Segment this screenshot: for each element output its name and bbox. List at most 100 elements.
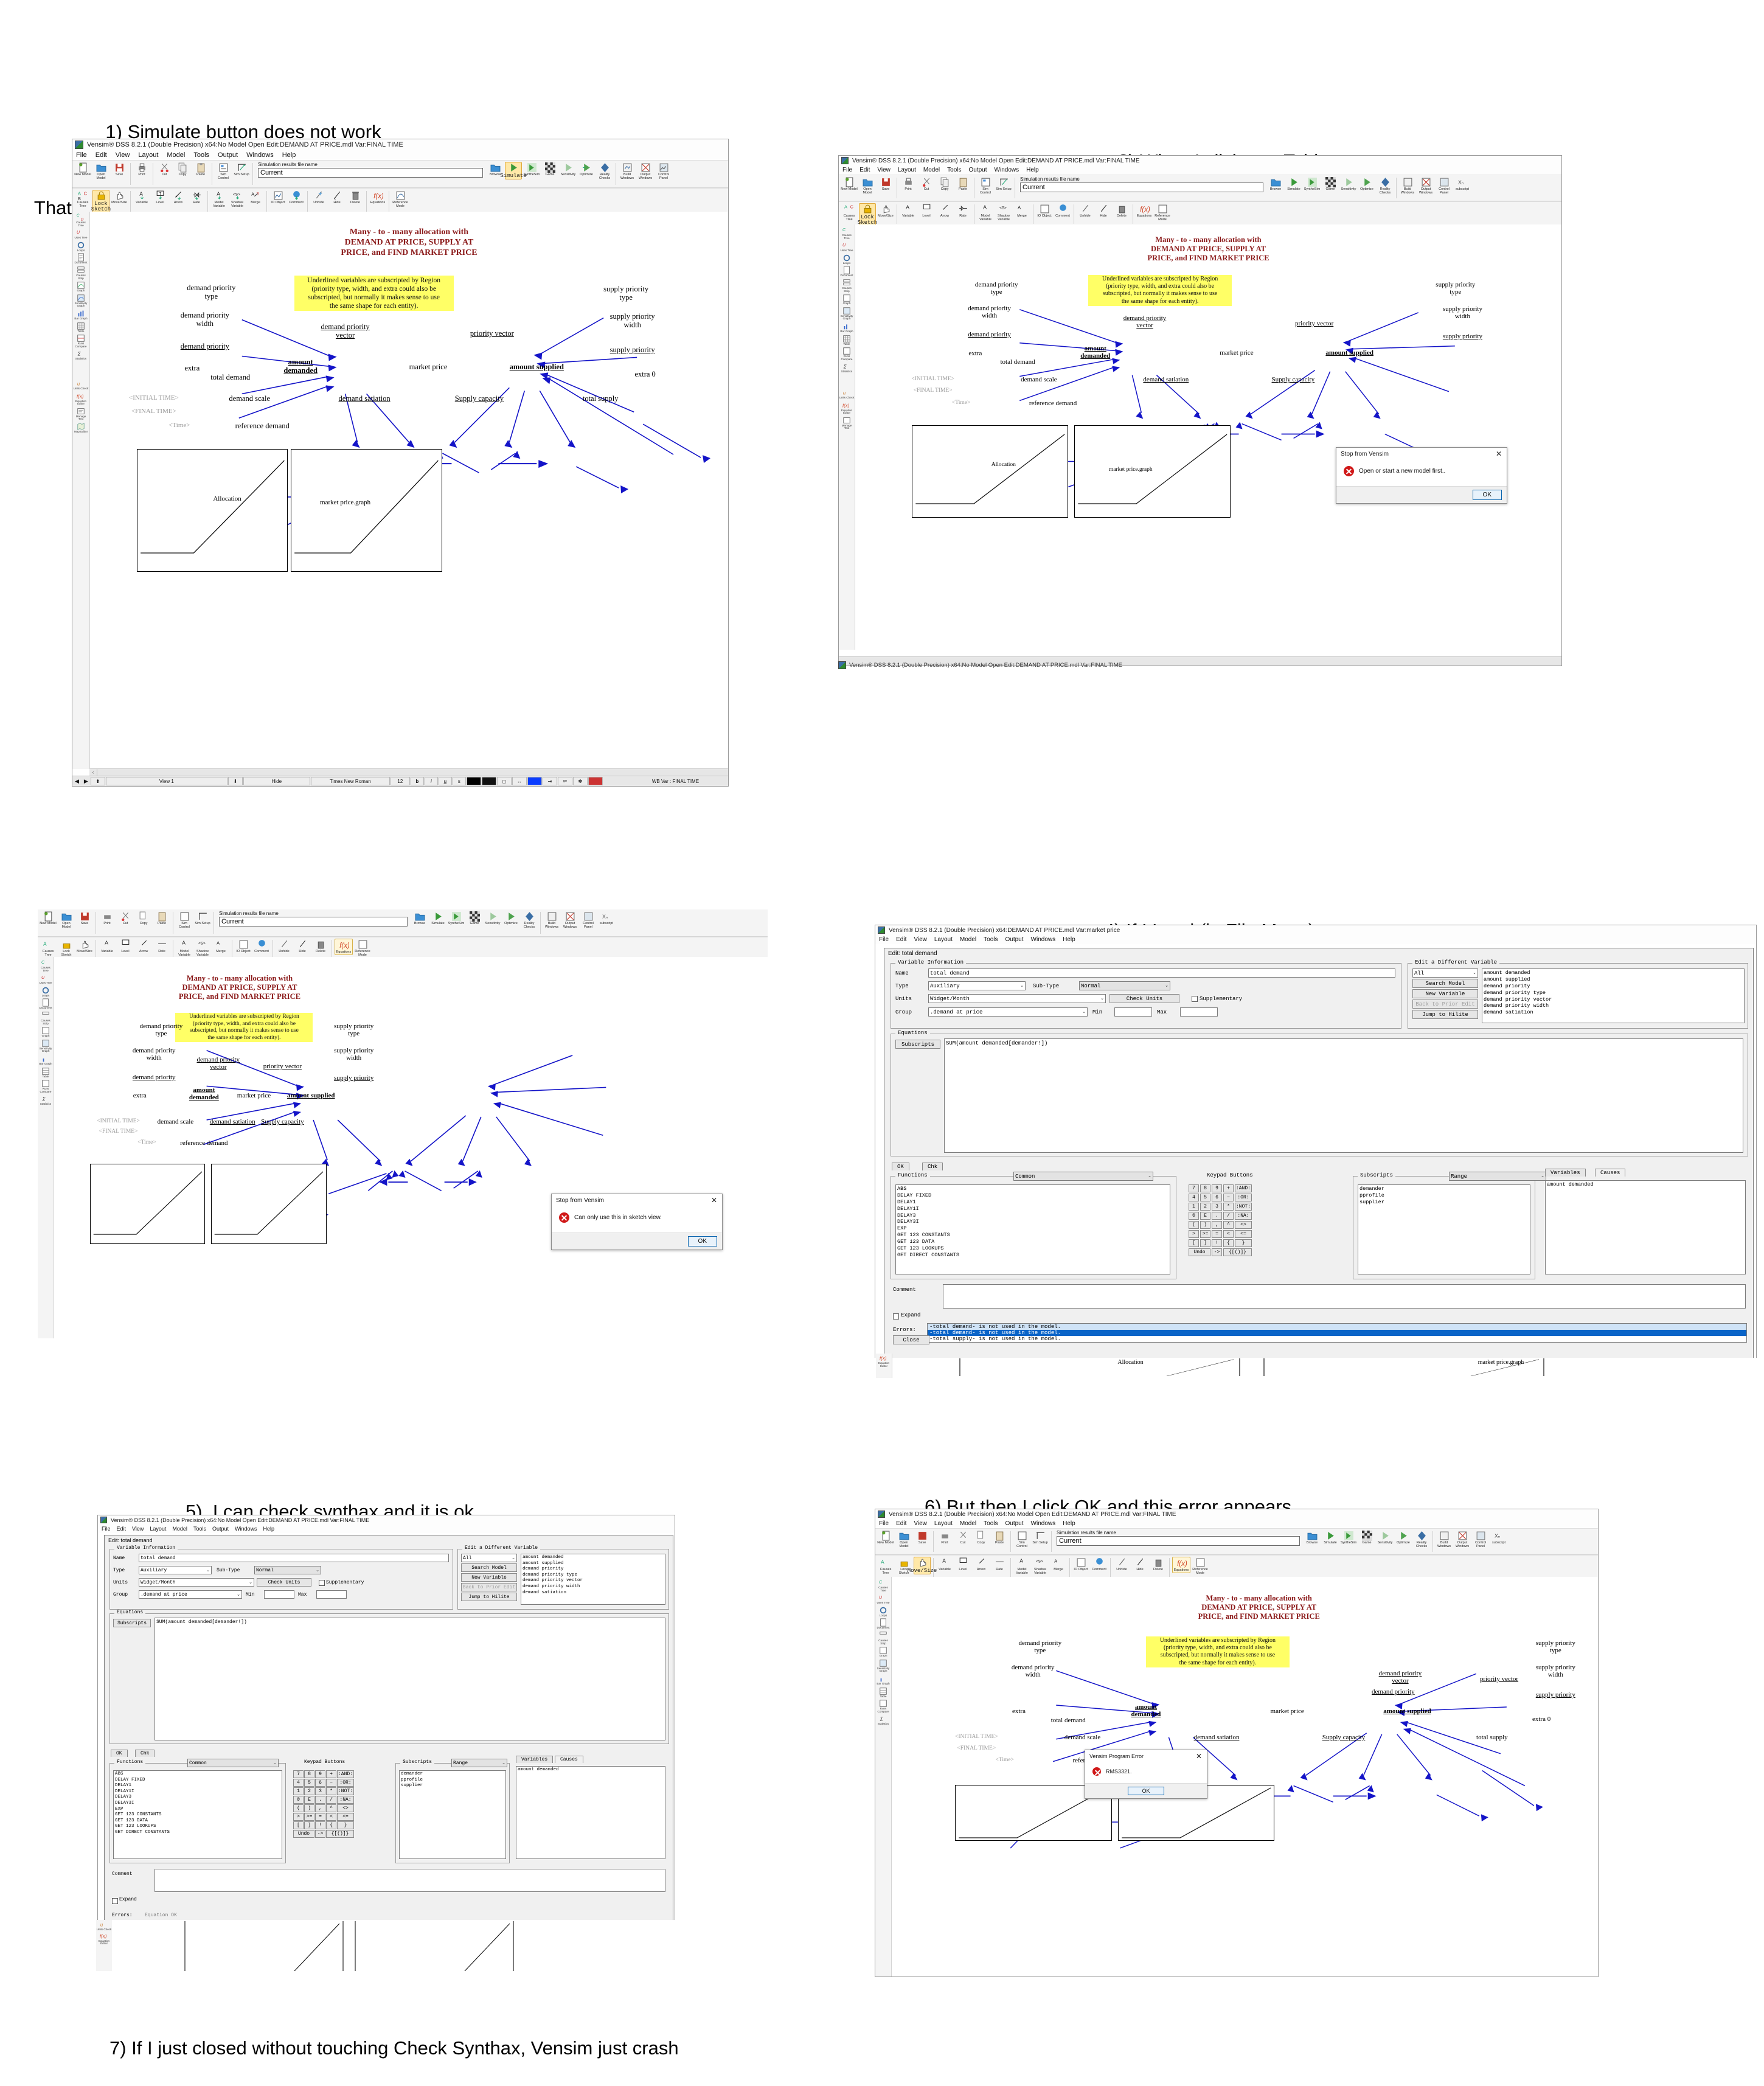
keypad-key[interactable]: / (326, 1796, 336, 1804)
align-icon[interactable]: ⇥ (542, 777, 557, 785)
menu-tools[interactable]: Tools (984, 1520, 998, 1527)
var-demand-priority-vector[interactable]: demand priority vector (1379, 1670, 1422, 1685)
var-supply-capacity[interactable]: Supply capacity (1272, 376, 1315, 383)
keypad-brackets[interactable]: {[()]} (1223, 1248, 1252, 1256)
keypad-key[interactable]: ) (304, 1804, 314, 1812)
sketch-canvas-2[interactable]: Many - to - many allocation with DEMAND … (855, 224, 1561, 650)
var-amount-supplied[interactable]: amount supplied (1383, 1708, 1431, 1715)
chk-tab[interactable]: Chk (922, 1163, 943, 1170)
sidebar-item-document[interactable]: Document (839, 266, 855, 277)
var-extra[interactable]: extra (133, 1092, 147, 1099)
variable-button[interactable]: A Variable (99, 939, 116, 954)
causes-tree-tool-button[interactable]: A Causes Tree (40, 939, 57, 958)
min-input[interactable] (264, 1590, 294, 1599)
subscript-button[interactable]: Xₙ subscript (1454, 176, 1471, 192)
output-windows-button[interactable]: Output Windows (637, 162, 654, 181)
name-input[interactable]: total demand (139, 1554, 449, 1562)
var-demand-priority-vector[interactable]: demand priority vector (196, 1056, 240, 1071)
keypad-key[interactable]: 6 (1212, 1194, 1222, 1201)
menu-model[interactable]: Model (923, 167, 940, 173)
keypad-key[interactable]: 4 (1189, 1194, 1199, 1201)
new-model-button[interactable]: New Model (841, 176, 858, 192)
ok-button[interactable]: OK (1128, 1787, 1164, 1795)
var-extra[interactable]: extra (184, 364, 200, 372)
var-supply-capacity[interactable]: Supply capacity (261, 1118, 304, 1125)
keypad-key[interactable]: { (1223, 1239, 1234, 1247)
keypad-key[interactable]: 0 (293, 1796, 304, 1804)
keypad-key[interactable]: [ (293, 1821, 304, 1829)
keypad-key[interactable]: :NA: (337, 1796, 355, 1804)
control-panel-button[interactable]: Control Panel (655, 162, 672, 181)
variable-list-item[interactable]: demand priority type (1484, 990, 1743, 996)
simulate-button[interactable]: Simulate (500, 162, 527, 180)
equations-button[interactable]: f(x) Equations (335, 939, 353, 955)
reference-mode-button[interactable]: Reference Mode (354, 939, 371, 958)
close-icon[interactable]: ✕ (709, 1197, 719, 1204)
reference-mode-button[interactable]: Reference Mode (1192, 1557, 1209, 1576)
hide-level[interactable]: Hide (243, 777, 310, 785)
delete-button[interactable]: Delete (1113, 203, 1130, 218)
taskbar-entry[interactable]: Vensim® DSS 8.2.1 (Double Precision) x64… (838, 659, 1562, 671)
expand-checkbox[interactable] (893, 1313, 899, 1319)
text-color-swatch[interactable] (466, 777, 481, 785)
open-model-button[interactable]: Open Model (895, 1530, 912, 1549)
merge-button[interactable]: A Merge (1013, 203, 1030, 218)
sim-setup-button[interactable]: Sim Setup (1032, 1530, 1049, 1545)
copy-button[interactable]: Copy (135, 911, 152, 926)
simulation-results-input[interactable]: Current (1020, 183, 1263, 192)
sidebar-item-causes-tree[interactable]: C Causes Tree (875, 1578, 891, 1592)
sidebar-item-runs-compare[interactable]: Runs Compare (875, 1699, 891, 1713)
variables-causes-list[interactable]: amount demanded (516, 1766, 665, 1859)
nav-next-icon[interactable]: ▶ (82, 778, 91, 785)
special-icon[interactable] (588, 777, 603, 785)
menu-windows[interactable]: Windows (1031, 936, 1056, 943)
var-initial-time[interactable]: <INITIAL TIME> (955, 1734, 998, 1740)
game-button[interactable]: Game (541, 162, 558, 177)
io-object-button[interactable]: IO Object (269, 190, 286, 205)
var-supply-priority[interactable]: supply priority (334, 1074, 373, 1082)
sidebar-item-document[interactable]: Document (38, 998, 54, 1010)
allocation-graph-box-3[interactable] (89, 1164, 206, 1244)
rate-button[interactable]: Rate (153, 939, 170, 954)
browse-button[interactable]: Browse (1304, 1530, 1321, 1545)
functions-list[interactable]: ABS DELAY FIXED DELAY1 DELAY1I DELAY3 DE… (895, 1184, 1170, 1274)
subscript-item[interactable]: pprofile (401, 1778, 504, 1784)
ok-button[interactable]: OK (687, 1236, 717, 1246)
group-select[interactable]: .demand at price ⌄ (139, 1590, 242, 1599)
variable-list-item[interactable]: demand priority (523, 1566, 664, 1573)
keypad-key[interactable]: 3 (315, 1787, 325, 1795)
build-windows-button[interactable]: Build Windows (1399, 176, 1416, 195)
sim-setup-button[interactable]: Sim Setup (194, 911, 211, 926)
menu-help[interactable]: Help (282, 151, 296, 159)
function-item[interactable]: GET 123 LOOKUPS (115, 1824, 280, 1830)
arrow-button[interactable]: Arrow (170, 190, 187, 205)
equations-button[interactable]: f(x) Equations (1136, 203, 1153, 218)
comment-input[interactable] (943, 1284, 1746, 1309)
sidebar-item-statistics[interactable]: Σ Statistics (839, 362, 855, 374)
io-object-button[interactable]: IO Object (1072, 1557, 1089, 1572)
var-priority-vector[interactable]: priority vector (470, 329, 514, 338)
ok-tab[interactable]: OK (892, 1163, 909, 1170)
var-demand-priority[interactable]: demand priority (181, 342, 229, 350)
group-select[interactable]: .demand at price ⌄ (928, 1007, 1088, 1017)
arrow-button[interactable]: Arrow (135, 939, 152, 954)
keypad-key[interactable]: E (1200, 1212, 1210, 1220)
sidebar-item-table[interactable]: Table (839, 335, 855, 346)
var-supply-capacity[interactable]: Supply capacity (455, 394, 504, 403)
rate-button[interactable]: Rate (954, 203, 971, 218)
equations-button[interactable]: f(x) Equations (369, 190, 386, 205)
var-priority-vector[interactable]: priority vector (1480, 1675, 1518, 1683)
variable-list[interactable]: amount demanded amount supplied demand p… (1482, 968, 1745, 1023)
subscripts-list[interactable]: demander pprofile supplier (1358, 1184, 1530, 1274)
sketch-canvas-3[interactable]: Many - to - many allocation with DEMAND … (54, 957, 768, 1338)
jump-to-hilite-button[interactable]: Jump to Hilite (461, 1593, 517, 1601)
sidebar-item-equation-editor[interactable]: f(x) Equation Editor (96, 1931, 112, 1945)
paste-button[interactable]: Paste (954, 176, 971, 192)
game-button[interactable]: Game (466, 911, 483, 926)
search-model-button[interactable]: Search Model (1412, 979, 1478, 988)
var-demand-scale[interactable]: demand scale (158, 1118, 194, 1125)
keypad-buttons[interactable]: 7 8 9 +:AND: 4 5 6−:OR: 1 2 3 *:NOT: 0 E. /:NA: ()… (1189, 1184, 1252, 1256)
search-model-button[interactable]: Search Model (461, 1563, 517, 1572)
lock-sketch-button[interactable]: Lock Sketch (858, 203, 877, 227)
var-time[interactable]: <Time> (996, 1757, 1014, 1764)
